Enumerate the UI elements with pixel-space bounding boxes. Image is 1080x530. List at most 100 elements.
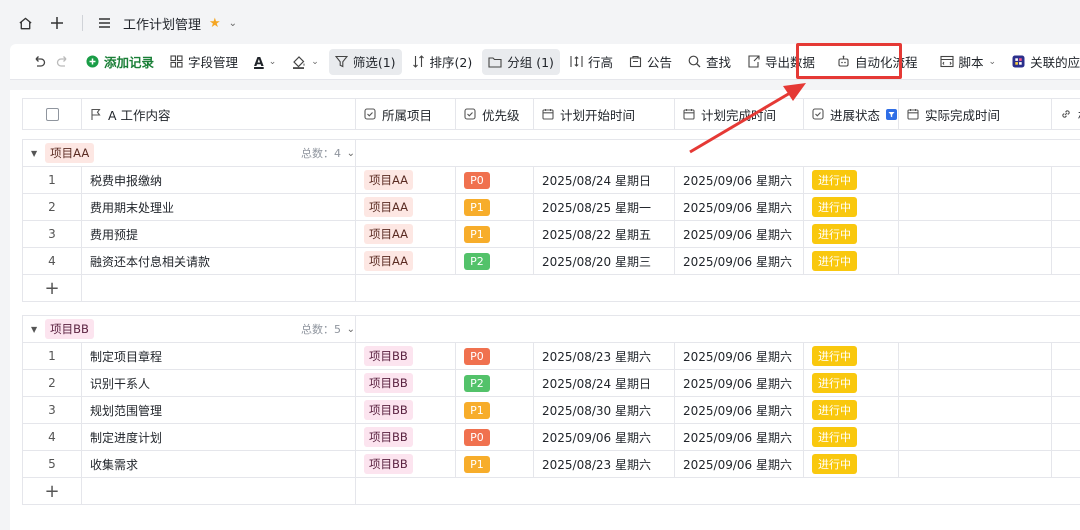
start-date-cell[interactable]: 2025/09/06 星期六 [534, 424, 675, 451]
project-cell[interactable]: 项目AA [356, 194, 456, 221]
star-icon[interactable]: ★ [209, 16, 221, 31]
task-name-cell[interactable]: 费用期末处理业 [82, 194, 356, 221]
field-manage-button[interactable]: 字段管理 [164, 49, 244, 75]
home-icon[interactable] [14, 12, 36, 34]
status-cell[interactable]: 进行中 [804, 221, 899, 248]
start-date-cell[interactable]: 2025/08/23 星期六 [534, 343, 675, 370]
task-name-cell[interactable]: 费用预提 [82, 221, 356, 248]
priority-cell[interactable]: P1 [456, 194, 534, 221]
end-date-cell[interactable]: 2025/09/06 星期六 [675, 451, 804, 478]
more-cell[interactable] [1052, 370, 1080, 397]
task-name-cell[interactable]: 税费申报缴纳 [82, 167, 356, 194]
project-cell[interactable]: 项目AA [356, 221, 456, 248]
sort-button[interactable]: 排序(2) [406, 49, 479, 75]
start-date-cell[interactable]: 2025/08/25 星期一 [534, 194, 675, 221]
collapse-triangle-icon[interactable]: ▼ [31, 325, 37, 334]
priority-cell[interactable]: P2 [456, 248, 534, 275]
project-cell[interactable]: 项目AA [356, 248, 456, 275]
fill-color-button[interactable]: ⌄ [286, 49, 325, 75]
column-header-status[interactable]: 进展状态 [804, 98, 899, 130]
priority-cell[interactable]: P0 [456, 424, 534, 451]
group-header-row[interactable]: ▼ 项目BB 总数：5 ⌄ [22, 315, 1080, 343]
row-index[interactable]: 1 [22, 167, 82, 194]
row-index[interactable]: 4 [22, 424, 82, 451]
project-cell[interactable]: 项目BB [356, 370, 456, 397]
task-name-cell[interactable]: 识别干系人 [82, 370, 356, 397]
more-cell[interactable] [1052, 343, 1080, 370]
more-cell[interactable] [1052, 248, 1080, 275]
actual-date-cell[interactable] [899, 370, 1052, 397]
end-date-cell[interactable]: 2025/09/06 星期六 [675, 343, 804, 370]
actual-date-cell[interactable] [899, 167, 1052, 194]
column-header-project[interactable]: 所属项目 [356, 98, 456, 130]
status-cell[interactable]: 进行中 [804, 194, 899, 221]
end-date-cell[interactable]: 2025/09/06 星期六 [675, 370, 804, 397]
status-cell[interactable]: 进行中 [804, 424, 899, 451]
end-date-cell[interactable]: 2025/09/06 星期六 [675, 167, 804, 194]
group-button[interactable]: 分组 (1) [482, 48, 560, 75]
more-cell[interactable] [1052, 194, 1080, 221]
filter-active-icon[interactable] [886, 108, 898, 120]
start-date-cell[interactable]: 2025/08/24 星期日 [534, 167, 675, 194]
add-row-button[interactable]: + [22, 275, 82, 302]
status-cell[interactable]: 进行中 [804, 248, 899, 275]
priority-cell[interactable]: P1 [456, 397, 534, 424]
priority-cell[interactable]: P0 [456, 167, 534, 194]
status-cell[interactable]: 进行中 [804, 343, 899, 370]
column-header-more[interactable]: 相 [1052, 98, 1080, 130]
select-all-checkbox[interactable] [22, 98, 82, 130]
end-date-cell[interactable]: 2025/09/06 星期六 [675, 221, 804, 248]
start-date-cell[interactable]: 2025/08/20 星期三 [534, 248, 675, 275]
column-header-priority[interactable]: 优先级 [456, 98, 534, 130]
priority-cell[interactable]: P1 [456, 451, 534, 478]
start-date-cell[interactable]: 2025/08/22 星期五 [534, 221, 675, 248]
add-row-button[interactable]: + [22, 478, 82, 505]
table-row[interactable]: 3 费用预提 项目AA P1 2025/08/22 星期五 2025/09/06 星期六进… [22, 221, 1080, 248]
task-name-cell[interactable]: 制定进度计划 [82, 424, 356, 451]
table-row[interactable]: 1 制定项目章程 项目BB P0 2025/08/23 星期六 2025/09/06 星期… [22, 343, 1080, 370]
status-cell[interactable]: 进行中 [804, 370, 899, 397]
group-header[interactable]: ▼ 项目BB 总数：5 ⌄ [22, 315, 356, 343]
status-cell[interactable]: 进行中 [804, 167, 899, 194]
table-row[interactable]: 3 规划范围管理 项目BB P1 2025/08/30 星期六 2025/09/06 星期… [22, 397, 1080, 424]
project-cell[interactable]: 项目BB [356, 451, 456, 478]
chevron-down-icon[interactable]: ⌄ [229, 18, 237, 29]
undo-button[interactable] [28, 49, 50, 75]
add-row[interactable]: + [22, 478, 1080, 505]
column-header-start[interactable]: 计划开始时间 [534, 98, 675, 130]
row-index[interactable]: 2 [22, 370, 82, 397]
linked-apps-button[interactable]: 关联的应用（4） [1006, 49, 1080, 75]
add-record-button[interactable]: 添加记录 [80, 49, 160, 75]
status-cell[interactable]: 进行中 [804, 397, 899, 424]
group-count[interactable]: 总数：5 [301, 321, 341, 337]
menu-icon[interactable] [93, 12, 115, 34]
row-index[interactable]: 3 [22, 221, 82, 248]
column-header-name[interactable]: A 工作内容 [82, 98, 356, 130]
start-date-cell[interactable]: 2025/08/24 星期日 [534, 370, 675, 397]
actual-date-cell[interactable] [899, 424, 1052, 451]
table-row[interactable]: 5 收集需求 项目BB P1 2025/08/23 星期六 2025/09/06 星期六进… [22, 451, 1080, 478]
plus-icon[interactable] [46, 12, 68, 34]
actual-date-cell[interactable] [899, 194, 1052, 221]
table-row[interactable]: 2 识别干系人 项目BB P2 2025/08/24 星期日 2025/09/06 星期六… [22, 370, 1080, 397]
more-cell[interactable] [1052, 397, 1080, 424]
task-name-cell[interactable]: 规划范围管理 [82, 397, 356, 424]
end-date-cell[interactable]: 2025/09/06 星期六 [675, 194, 804, 221]
task-name-cell[interactable]: 制定项目章程 [82, 343, 356, 370]
row-index[interactable]: 4 [22, 248, 82, 275]
priority-cell[interactable]: P1 [456, 221, 534, 248]
more-cell[interactable] [1052, 221, 1080, 248]
start-date-cell[interactable]: 2025/08/23 星期六 [534, 451, 675, 478]
row-index[interactable]: 2 [22, 194, 82, 221]
end-date-cell[interactable]: 2025/09/06 星期六 [675, 424, 804, 451]
group-header[interactable]: ▼ 项目AA 总数：4 ⌄ [22, 139, 356, 167]
end-date-cell[interactable]: 2025/09/06 星期六 [675, 248, 804, 275]
column-header-end[interactable]: 计划完成时间 [675, 98, 804, 130]
task-name-cell[interactable]: 融资还本付息相关请款 [82, 248, 356, 275]
script-button[interactable]: 脚本 ⌄ [934, 49, 1003, 75]
redo-button[interactable] [52, 49, 74, 75]
row-index[interactable]: 5 [22, 451, 82, 478]
actual-date-cell[interactable] [899, 451, 1052, 478]
table-row[interactable]: 4 制定进度计划 项目BB P0 2025/09/06 星期六 2025/09/06 星期… [22, 424, 1080, 451]
project-cell[interactable]: 项目AA [356, 167, 456, 194]
